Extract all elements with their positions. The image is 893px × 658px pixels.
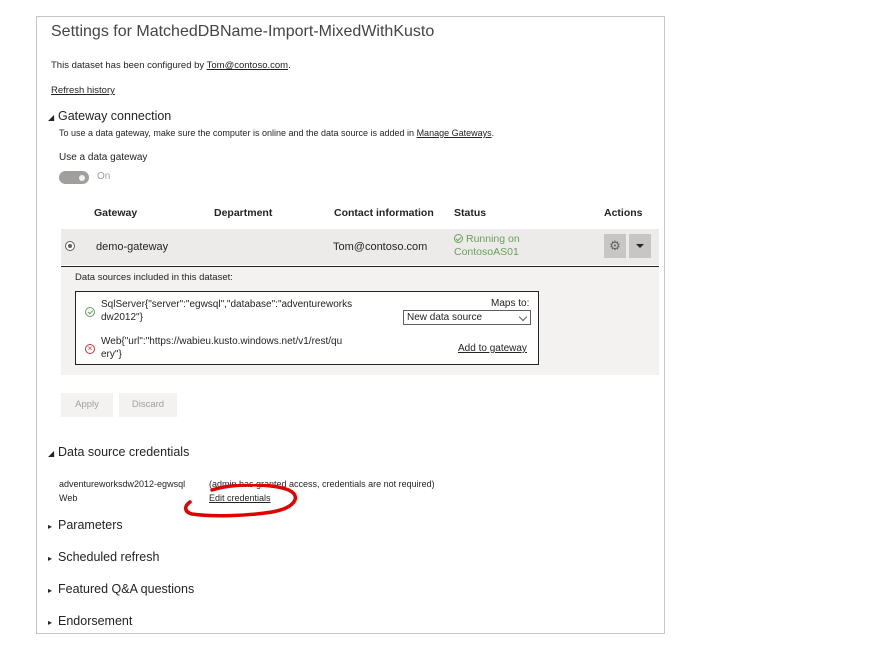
configured-user-link[interactable]: Tom@contoso.com	[207, 60, 288, 71]
data-source-sqlserver: SqlServer{"server":"egwsql","database":"…	[101, 299, 353, 323]
caret-right-icon: ▸	[48, 554, 53, 563]
annotation-circle	[184, 484, 298, 518]
gateway-description: To use a data gateway, make sure the com…	[59, 128, 495, 138]
gateway-connection-header[interactable]: ◢ Gateway connection	[48, 109, 171, 123]
apply-button[interactable]: Apply	[61, 393, 113, 417]
header-gateway: Gateway	[94, 207, 138, 219]
header-status: Status	[454, 207, 487, 219]
parameters-header[interactable]: ▸ Parameters	[48, 518, 123, 532]
add-to-gateway-link[interactable]: Add to gateway	[458, 342, 527, 355]
error-circle-icon: ×	[85, 344, 95, 354]
gateway-contact: Tom@contoso.com	[333, 241, 428, 253]
refresh-history-link[interactable]: Refresh history	[51, 85, 115, 96]
check-circle-icon	[85, 307, 95, 317]
header-contact: Contact information	[334, 207, 434, 219]
toggle-knob	[79, 174, 85, 181]
manage-gateways-link[interactable]: Manage Gateways	[417, 128, 492, 138]
featured-qa-header[interactable]: ▸ Featured Q&A questions	[48, 582, 194, 596]
caret-expanded-icon: ◢	[48, 113, 55, 122]
gateway-settings-button[interactable]: ⚙	[604, 234, 626, 258]
radio-dot	[68, 244, 72, 248]
caret-right-icon: ▸	[48, 586, 53, 595]
scheduled-refresh-header[interactable]: ▸ Scheduled refresh	[48, 550, 159, 564]
chevron-down-icon	[636, 244, 644, 248]
header-actions: Actions	[604, 207, 643, 219]
endorsement-header[interactable]: ▸ Endorsement	[48, 614, 132, 628]
settings-panel: Settings for MatchedDBName-Import-MixedW…	[36, 16, 665, 634]
gateway-name: demo-gateway	[96, 241, 169, 253]
gateway-expand-button[interactable]	[629, 234, 651, 258]
chevron-down-icon	[518, 312, 528, 322]
discard-button[interactable]: Discard	[119, 393, 177, 417]
page-title: Settings for MatchedDBName-Import-MixedW…	[51, 23, 435, 40]
maps-to-select[interactable]: New data source	[403, 310, 531, 325]
toggle-state-text: On	[97, 171, 111, 182]
caret-right-icon: ▸	[48, 522, 53, 531]
maps-to-label: Maps to:	[491, 298, 530, 309]
caret-right-icon: ▸	[48, 618, 53, 627]
use-gateway-label: Use a data gateway	[59, 152, 148, 163]
data-source-web: Web{"url":"https://wabieu.kusto.windows.…	[101, 336, 343, 360]
data-sources-heading: Data sources included in this dataset:	[75, 272, 233, 283]
credential-sql-name: adventureworksdw2012-egwsql	[59, 479, 186, 489]
credential-web-name: Web	[59, 493, 78, 503]
header-department: Department	[214, 207, 273, 219]
gear-icon: ⚙	[609, 238, 621, 253]
check-circle-icon	[454, 234, 463, 243]
data-source-credentials-header[interactable]: ◢ Data source credentials	[48, 445, 189, 459]
use-gateway-toggle[interactable]	[59, 171, 89, 184]
gateway-radio[interactable]	[65, 241, 75, 251]
gateway-status: Running on ContosoAS01	[454, 233, 520, 258]
configured-by-text: This dataset has been configured by Tom@…	[51, 60, 291, 71]
caret-expanded-icon: ◢	[48, 449, 55, 458]
